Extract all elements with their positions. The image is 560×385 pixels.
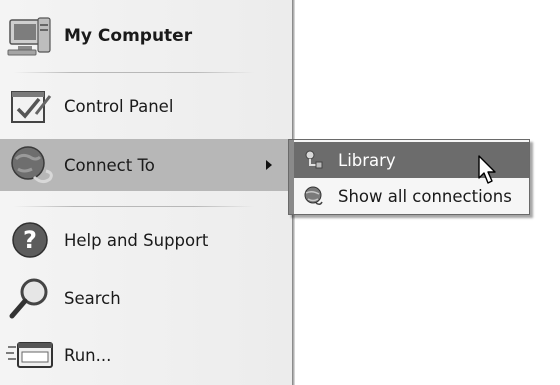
menu-item-control-panel[interactable]: Control Panel <box>0 78 292 134</box>
menu-item-label: Control Panel <box>64 96 174 116</box>
network-globe-icon <box>302 185 324 207</box>
help-icon: ? <box>6 218 58 262</box>
submenu-item-label: Library <box>338 150 396 170</box>
search-icon <box>6 276 58 320</box>
run-icon <box>6 333 58 377</box>
menu-item-help-and-support[interactable]: ? Help and Support <box>0 212 292 268</box>
svg-text:?: ? <box>23 226 37 254</box>
menu-item-connect-to[interactable]: Connect To <box>0 139 292 191</box>
mouse-pointer-icon <box>478 155 500 187</box>
network-connection-icon <box>302 149 324 171</box>
submenu-arrow-icon <box>266 160 272 170</box>
menu-item-label: Help and Support <box>64 230 209 250</box>
menu-item-label: Run... <box>64 345 112 365</box>
menu-separator <box>14 206 254 207</box>
submenu-item-label: Show all connections <box>338 186 512 206</box>
my-computer-icon <box>6 14 58 58</box>
menu-item-label: Search <box>64 288 121 308</box>
menu-item-label: Connect To <box>64 155 155 175</box>
menu-item-search[interactable]: Search <box>0 270 292 326</box>
menu-item-my-computer[interactable]: My Computer <box>0 8 292 64</box>
connect-to-icon <box>6 143 58 187</box>
control-panel-icon <box>6 84 58 128</box>
start-menu-right-pane: My Computer Control Panel Connect To ? H… <box>0 0 292 385</box>
menu-separator <box>14 72 254 73</box>
menu-item-run[interactable]: Run... <box>0 327 292 383</box>
menu-item-label: My Computer <box>64 26 193 46</box>
